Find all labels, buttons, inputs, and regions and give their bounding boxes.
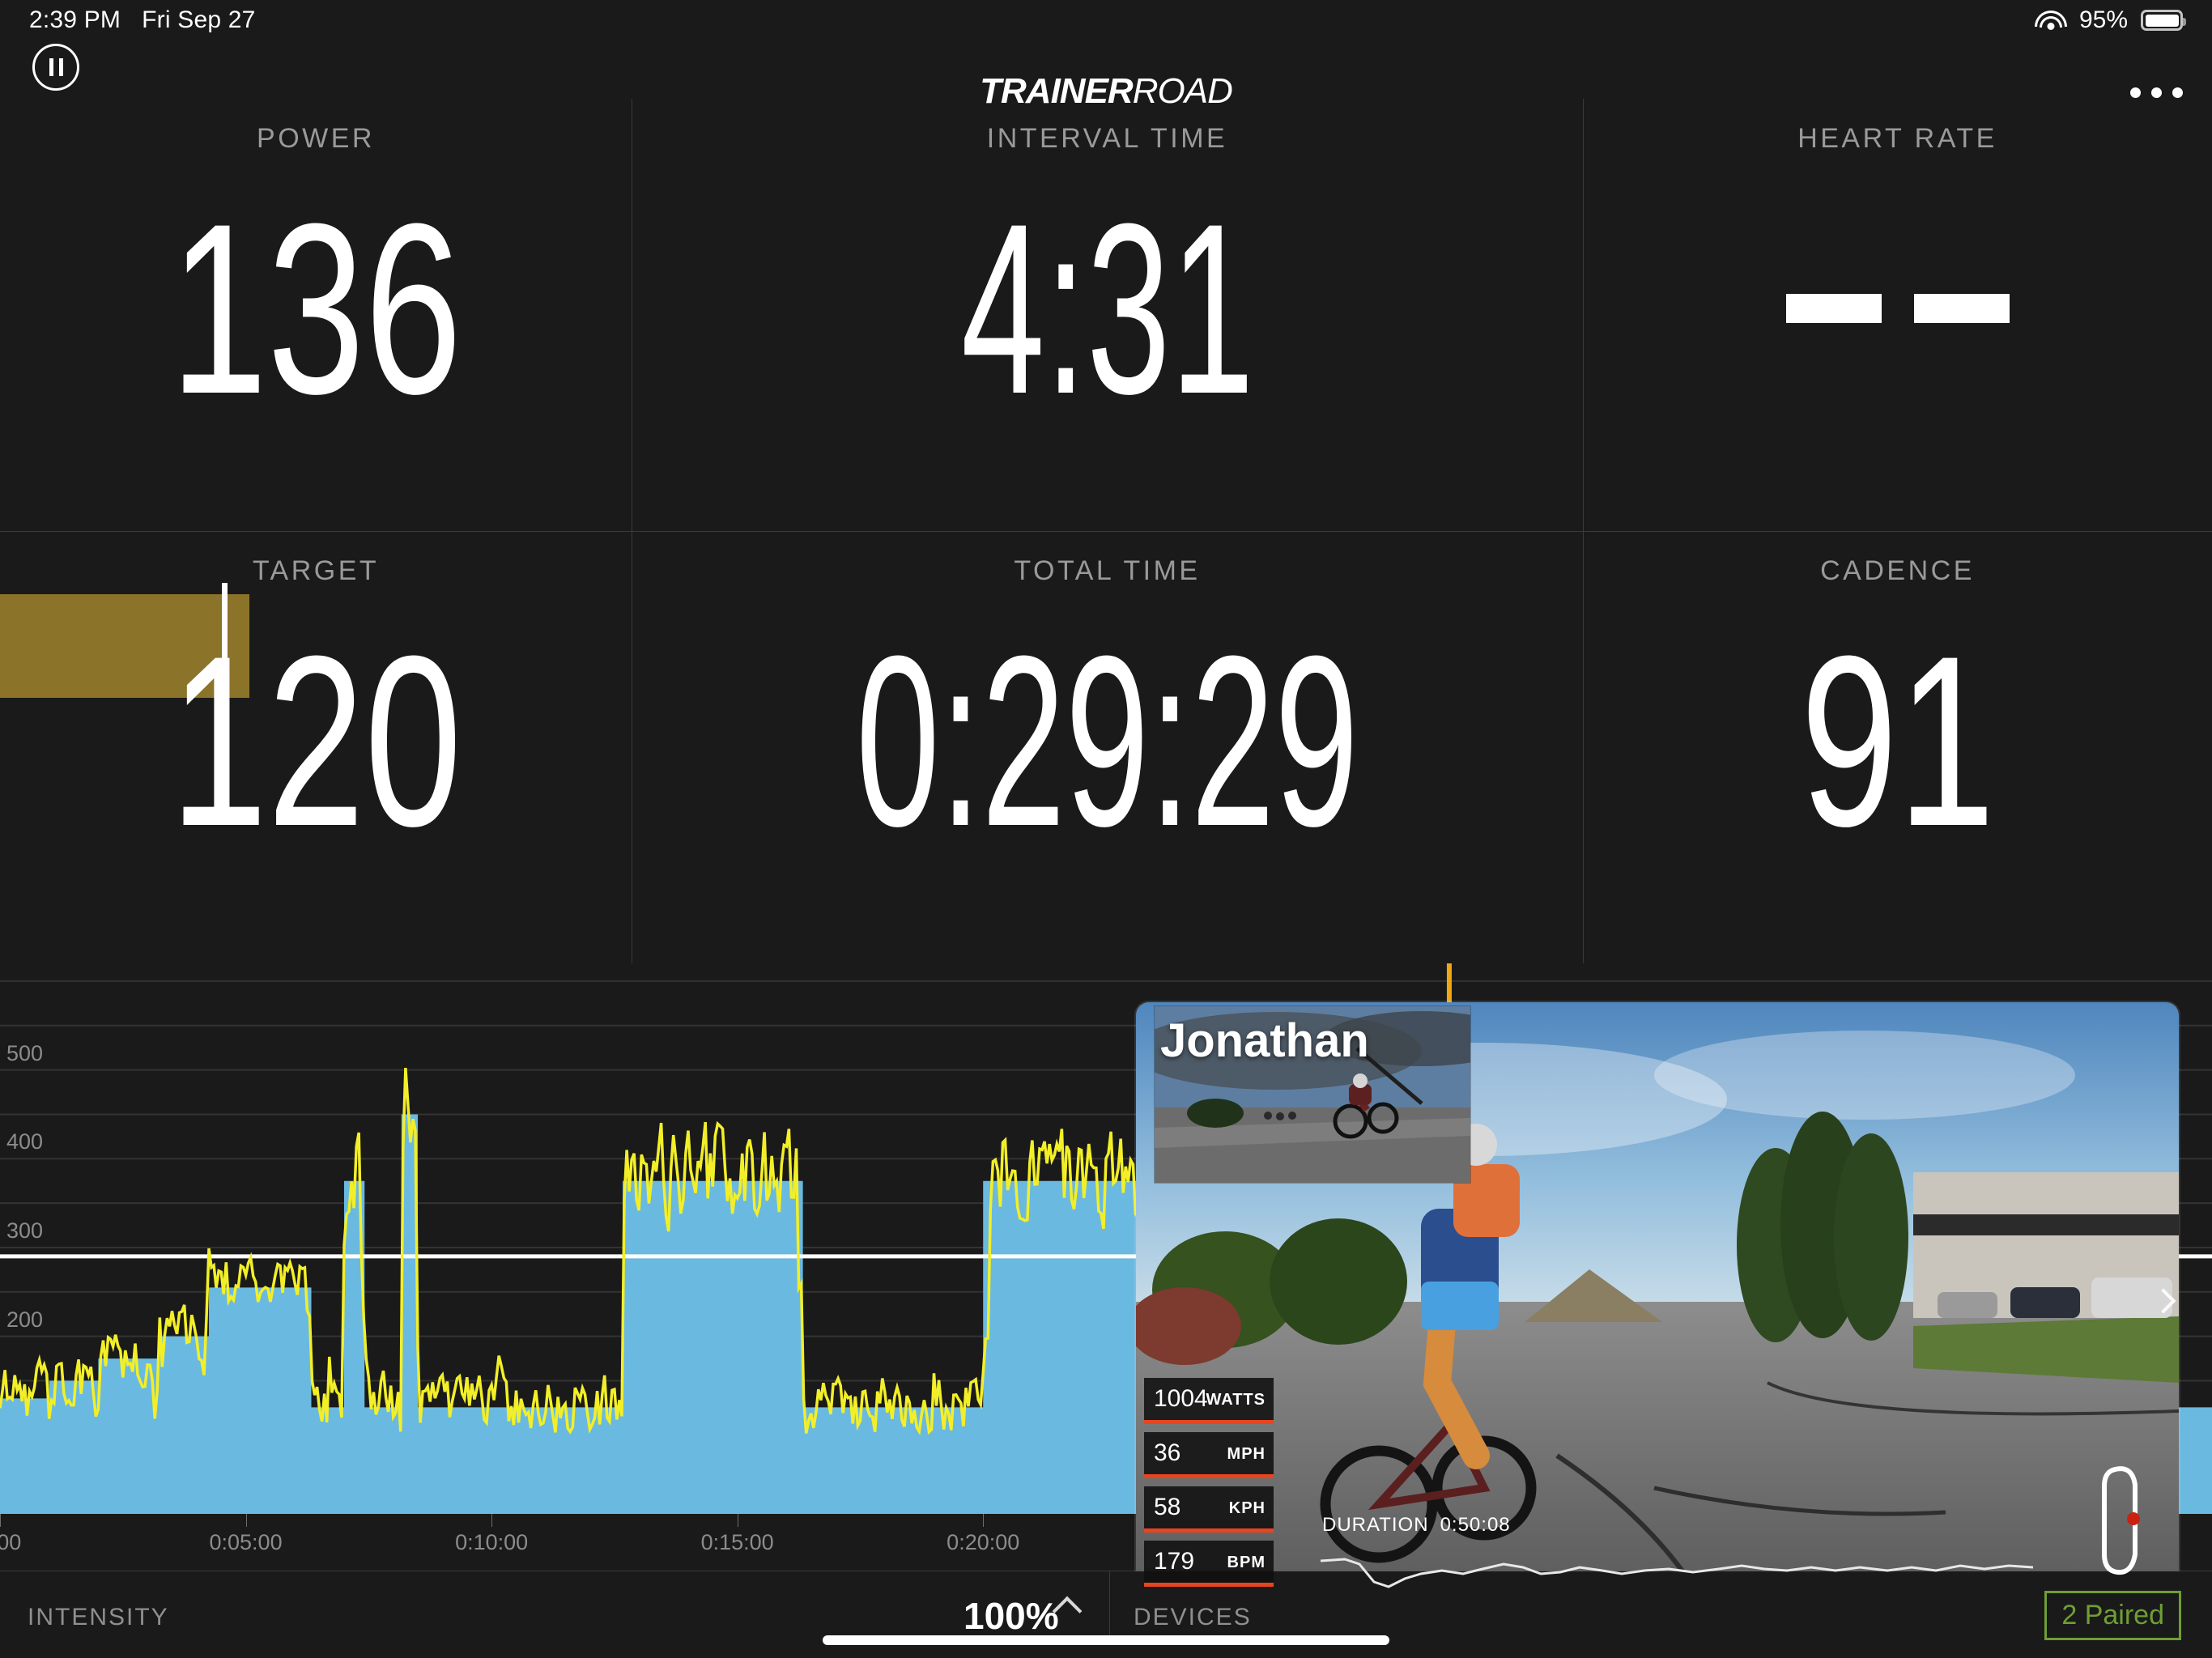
status-bar-left: 2:39 PM Fri Sep 27 (29, 6, 256, 34)
video-hud-row: 179 BPM (1144, 1541, 1274, 1587)
video-hud-value: 1004 (1154, 1385, 1208, 1412)
metric-cadence[interactable]: CADENCE 91 (1583, 531, 2212, 963)
metric-heart-rate-label: HEART RATE (1797, 123, 1997, 154)
chart-x-tick-label: 0:15:00 (700, 1530, 774, 1554)
chart-y-tick-label: 400 (6, 1129, 44, 1154)
more-icon (2130, 87, 2141, 98)
video-hud-value: 36 (1154, 1439, 1181, 1466)
video-power-trace (1321, 1558, 2033, 1588)
chart-x-tick-label: 0:20:00 (946, 1530, 1020, 1554)
home-indicator[interactable] (823, 1635, 1389, 1645)
metric-total-time[interactable]: TOTAL TIME 0:29:29 (632, 531, 1583, 963)
video-hud-value: 58 (1154, 1494, 1181, 1520)
video-duration: DURATION 0:50:08 (1322, 1514, 1511, 1537)
battery-icon (2141, 10, 2186, 31)
metric-cadence-value: 91 (1800, 605, 1995, 877)
position-dot (2127, 1512, 2140, 1525)
metric-heart-rate-value (1583, 155, 2212, 462)
metric-target-label: TARGET (252, 555, 380, 586)
chart-y-tick-label: 200 (6, 1307, 44, 1332)
metric-interval-time-value: 4:31 (960, 172, 1254, 444)
video-hud-row: 1004 WATTS (1144, 1378, 1274, 1424)
chart-x-tick-label: 0:00 (0, 1530, 22, 1554)
bottom-divider (1109, 1571, 1110, 1636)
clock-time: 2:39 PM (29, 6, 121, 33)
devices-label: DEVICES (1134, 1604, 1252, 1630)
video-hud-row: 58 KPH (1144, 1486, 1274, 1533)
video-player-overlay[interactable]: Jonathan 1004 WATTS 36 MPH 58 KPH 179 BPM DURAT… (1136, 1002, 2179, 1601)
app-top-bar: TRAINERROAD (0, 37, 2212, 111)
chart-x-tick (0, 1514, 1, 1527)
trainerroad-app: 2:39 PM Fri Sep 27 95% TRAINERROAD POWER… (0, 0, 2212, 1658)
video-hud-unit: KPH (1228, 1499, 1266, 1517)
chart-y-tick-label: 500 (6, 1040, 44, 1065)
metric-interval-time-label: INTERVAL TIME (986, 123, 1228, 154)
metric-total-time-label: TOTAL TIME (1014, 555, 1201, 586)
status-bar-right: 95% (2034, 6, 2186, 34)
video-hud-value: 179 (1154, 1548, 1195, 1575)
video-hud-metrics: 1004 WATTS 36 MPH 58 KPH 179 BPM (1144, 1378, 1274, 1595)
more-options-button[interactable] (2130, 87, 2183, 98)
chart-y-tick-label: 300 (6, 1218, 44, 1243)
metric-power-value: 136 (169, 172, 462, 444)
video-hud-unit: WATTS (1206, 1391, 1266, 1409)
video-duration-label: DURATION (1322, 1514, 1429, 1536)
chevron-right-icon[interactable] (2151, 1284, 2176, 1320)
chart-x-tick-label: 0:10:00 (455, 1530, 529, 1554)
wifi-icon (2034, 8, 2067, 32)
intensity-label: INTENSITY (28, 1604, 169, 1630)
clock-date: Fri Sep 27 (142, 6, 256, 33)
metric-power-label: POWER (257, 123, 375, 154)
devices-paired-badge[interactable]: 2 Paired (2044, 1591, 2181, 1640)
metric-power[interactable]: POWER 136 (0, 99, 632, 709)
metric-interval-time[interactable]: INTERVAL TIME 4:31 (632, 99, 1583, 531)
video-hud-unit: MPH (1227, 1445, 1266, 1463)
metric-target-value: 120 (169, 605, 462, 877)
metric-cadence-label: CADENCE (1820, 555, 1975, 586)
course-map-icon (2102, 1466, 2140, 1575)
metric-total-time-value: 0:29:29 (856, 605, 1359, 877)
video-hud-row: 36 MPH (1144, 1432, 1274, 1478)
chart-x-tick-label: 0:05:00 (209, 1530, 283, 1554)
metric-heart-rate[interactable]: HEART RATE (1583, 99, 2212, 531)
intensity-value[interactable]: 100% (963, 1594, 1059, 1638)
metric-target[interactable]: TARGET 120 (0, 531, 632, 963)
rider-name: Jonathan (1160, 1014, 1369, 1067)
video-duration-value: 0:50:08 (1440, 1514, 1511, 1536)
chart-x-tick (245, 1514, 247, 1527)
video-hud-unit: BPM (1227, 1554, 1266, 1571)
metrics-grid: POWER 136 INTERVAL TIME 4:31 HEART RATE (0, 99, 2212, 963)
chart-x-tick (983, 1514, 985, 1527)
battery-percent: 95% (2078, 6, 2128, 33)
chart-x-tick (491, 1514, 493, 1527)
